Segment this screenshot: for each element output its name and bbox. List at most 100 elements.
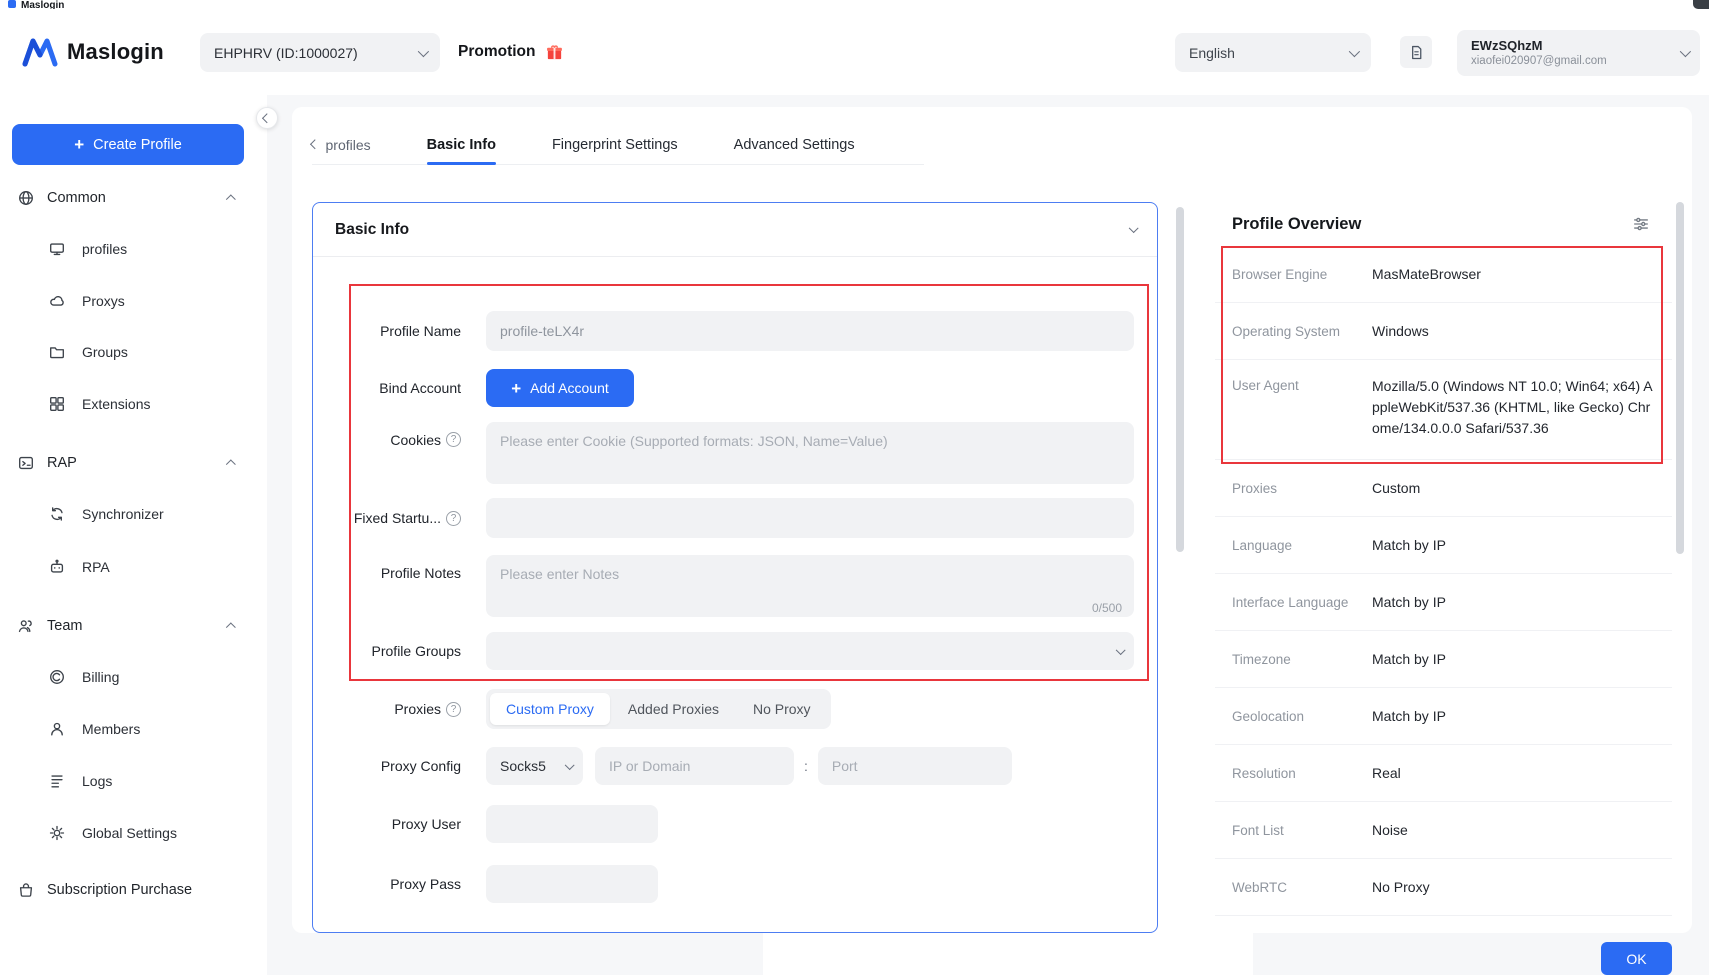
back-to-profiles-link[interactable]: profiles bbox=[312, 137, 371, 153]
sidebar-item-label: Billing bbox=[82, 669, 119, 685]
promotion-link[interactable]: Promotion bbox=[458, 9, 564, 95]
sidebar-item-rpa[interactable]: RPA bbox=[0, 547, 267, 587]
language-selector-label: English bbox=[1189, 45, 1235, 61]
add-account-label: Add Account bbox=[530, 380, 609, 396]
promotion-label: Promotion bbox=[458, 43, 536, 61]
workspace-selector-label: EHPHRV (ID:1000027) bbox=[214, 45, 358, 61]
proxy-ip-input[interactable] bbox=[595, 747, 794, 785]
gear-icon bbox=[48, 824, 66, 842]
sidebar-item-profiles[interactable]: profiles bbox=[0, 229, 267, 269]
sidebar-item-logs[interactable]: Logs bbox=[0, 761, 267, 801]
overview-value: Match by IP bbox=[1372, 535, 1658, 556]
overview-row-resolution: Resolution Real bbox=[1215, 745, 1672, 802]
cookies-textarea[interactable] bbox=[486, 422, 1134, 484]
info-icon[interactable] bbox=[446, 432, 461, 447]
window-top-fragment: Maslogin bbox=[0, 0, 1709, 9]
team-icon bbox=[17, 617, 35, 635]
sidebar-item-proxys[interactable]: Proxys bbox=[0, 281, 267, 321]
overview-value: MasMateBrowser bbox=[1372, 264, 1658, 285]
overview-scrollbar-thumb[interactable] bbox=[1676, 202, 1684, 554]
segment-added-proxies[interactable]: Added Proxies bbox=[612, 693, 735, 725]
segment-custom-proxy[interactable]: Custom Proxy bbox=[490, 693, 610, 725]
add-account-button[interactable]: Add Account bbox=[486, 369, 634, 407]
info-icon[interactable] bbox=[446, 702, 461, 717]
maslogin-logo-icon bbox=[22, 37, 58, 67]
proxy-protocol-value: Socks5 bbox=[500, 758, 546, 774]
tab-basic-info[interactable]: Basic Info bbox=[427, 125, 496, 164]
sidebar-section-label: RAP bbox=[47, 455, 77, 471]
info-icon[interactable] bbox=[446, 511, 461, 526]
sidebar-collapse-button[interactable] bbox=[256, 107, 278, 129]
basic-info-card-header[interactable]: Basic Info bbox=[313, 203, 1157, 257]
field-label-profile-groups: Profile Groups bbox=[343, 632, 461, 670]
overview-value: Windows bbox=[1372, 321, 1658, 342]
field-label-profile-name: Profile Name bbox=[343, 311, 461, 351]
sidebar-item-subscription-purchase[interactable]: Subscription Purchase bbox=[0, 870, 267, 910]
overview-row-proxies: Proxies Custom bbox=[1215, 460, 1672, 517]
chevron-up-icon bbox=[226, 623, 235, 632]
sidebar-section-common[interactable]: Common bbox=[0, 178, 267, 218]
sidebar-item-extensions[interactable]: Extensions bbox=[0, 384, 267, 424]
sliders-icon[interactable] bbox=[1632, 215, 1650, 233]
language-selector[interactable]: English bbox=[1175, 33, 1371, 72]
fixed-startup-input[interactable] bbox=[486, 498, 1134, 538]
form-row-cookies: Cookies bbox=[343, 422, 1134, 484]
sidebar-item-groups[interactable]: Groups bbox=[0, 332, 267, 372]
sidebar-item-synchronizer[interactable]: Synchronizer bbox=[0, 494, 267, 534]
folder-icon bbox=[48, 343, 66, 361]
card-scrollbar-thumb[interactable] bbox=[1176, 207, 1184, 552]
chevron-down-icon bbox=[418, 45, 429, 56]
segment-no-proxy[interactable]: No Proxy bbox=[737, 693, 827, 725]
proxy-port-input[interactable] bbox=[818, 747, 1012, 785]
sidebar-item-label: Groups bbox=[82, 344, 128, 360]
card-title: Basic Info bbox=[335, 221, 409, 239]
proxy-pass-input[interactable] bbox=[486, 865, 658, 903]
create-profile-button[interactable]: Create Profile bbox=[12, 124, 244, 165]
profile-overview-header: Profile Overview bbox=[1215, 202, 1672, 246]
document-button[interactable] bbox=[1400, 36, 1432, 68]
browser-tab-title: Maslogin bbox=[21, 0, 64, 9]
field-label-cookies: Cookies bbox=[343, 422, 461, 484]
profile-notes-textarea[interactable] bbox=[486, 555, 1134, 617]
proxy-mode-segmented-control: Custom Proxy Added Proxies No Proxy bbox=[486, 689, 831, 729]
plus-icon bbox=[511, 380, 521, 397]
sidebar-item-label: profiles bbox=[82, 241, 127, 257]
overview-row-webrtc: WebRTC No Proxy bbox=[1215, 859, 1672, 916]
sidebar-item-label: Synchronizer bbox=[82, 506, 164, 522]
tab-advanced-settings[interactable]: Advanced Settings bbox=[734, 125, 855, 164]
proxy-user-input[interactable] bbox=[486, 805, 658, 843]
overview-row-operating-system: Operating System Windows bbox=[1215, 303, 1672, 360]
sidebar-item-billing[interactable]: Billing bbox=[0, 657, 267, 697]
globe-icon bbox=[17, 189, 35, 207]
form-row-proxy-config: Proxy Config Socks5 : bbox=[343, 747, 1012, 785]
gift-icon bbox=[545, 43, 564, 62]
workspace-selector[interactable]: EHPHRV (ID:1000027) bbox=[200, 33, 440, 72]
ok-button[interactable]: OK bbox=[1601, 942, 1672, 975]
chevron-down-icon[interactable] bbox=[1129, 226, 1136, 233]
profile-name-input[interactable] bbox=[486, 311, 1134, 351]
proxy-protocol-select[interactable]: Socks5 bbox=[486, 747, 583, 785]
colon-separator: : bbox=[804, 758, 808, 774]
sidebar-item-members[interactable]: Members bbox=[0, 709, 267, 749]
overview-row-interface-language: Interface Language Match by IP bbox=[1215, 574, 1672, 631]
overview-label: Interface Language bbox=[1232, 593, 1372, 612]
brand-name: Maslogin bbox=[67, 39, 164, 65]
sidebar-item-global-settings[interactable]: Global Settings bbox=[0, 813, 267, 853]
user-account-menu[interactable]: EWzSQhzM xiaofei020907@gmail.com bbox=[1457, 30, 1700, 76]
sidebar-item-label: Proxys bbox=[82, 293, 125, 309]
sidebar-section-rap[interactable]: RAP bbox=[0, 443, 267, 483]
chevron-up-icon bbox=[226, 460, 235, 469]
sidebar-section-team[interactable]: Team bbox=[0, 606, 267, 646]
overview-label: Resolution bbox=[1232, 764, 1372, 783]
overview-label: WebRTC bbox=[1232, 878, 1372, 897]
overview-value: Match by IP bbox=[1372, 649, 1658, 670]
tab-fingerprint-settings[interactable]: Fingerprint Settings bbox=[552, 125, 678, 164]
sidebar-item-label: Extensions bbox=[82, 396, 150, 412]
content-area: profiles Basic Info Fingerprint Settings… bbox=[267, 95, 1709, 975]
main-panel: profiles Basic Info Fingerprint Settings… bbox=[292, 107, 1692, 933]
overview-value: Custom bbox=[1372, 478, 1658, 499]
form-row-proxies: Proxies Custom Proxy Added Proxies No Pr… bbox=[343, 689, 831, 729]
profile-groups-select[interactable] bbox=[486, 632, 1134, 670]
sidebar-item-label: RPA bbox=[82, 559, 110, 575]
chevron-down-icon bbox=[1680, 46, 1691, 57]
